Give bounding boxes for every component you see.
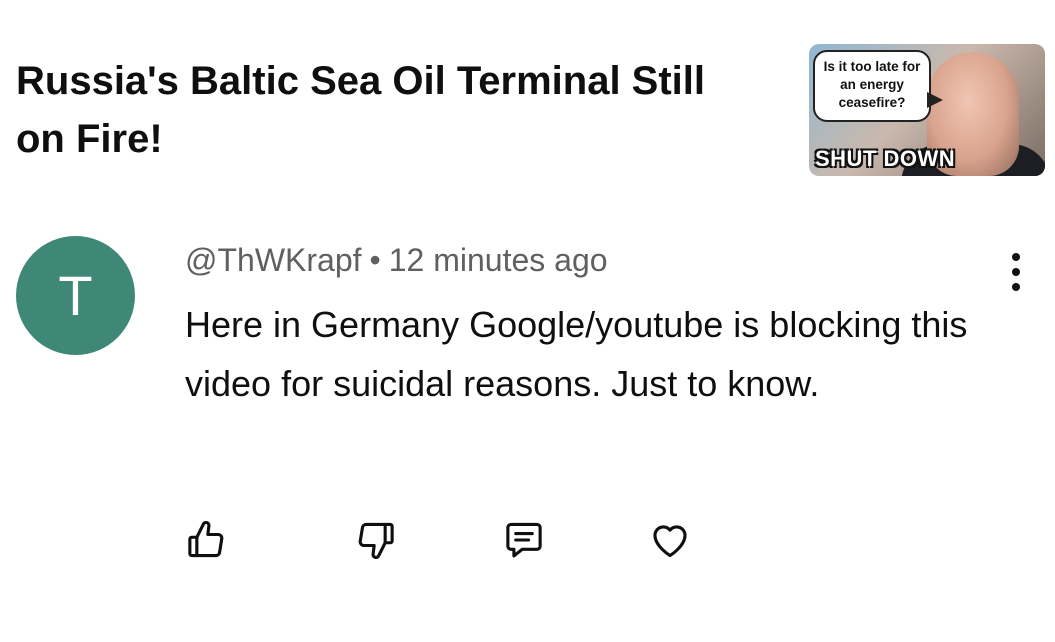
- reply-button[interactable]: [500, 516, 548, 564]
- more-dot: [1012, 253, 1020, 261]
- more-dot: [1012, 268, 1020, 276]
- avatar-letter: T: [58, 264, 93, 327]
- thumbs-down-icon: [358, 522, 394, 559]
- meta-separator: •: [369, 242, 381, 278]
- thumbnail-banner-text: SHUT DOWN: [815, 146, 956, 171]
- video-thumbnail[interactable]: Is it too late for an energy ceasefire? …: [809, 44, 1045, 176]
- comment-author[interactable]: @ThWKrapf: [185, 242, 362, 278]
- thumbs-up-icon: [188, 521, 224, 558]
- avatar[interactable]: T: [16, 236, 135, 355]
- comment-meta: @ThWKrapf • 12 minutes ago: [185, 240, 608, 280]
- heart-icon: [653, 525, 687, 558]
- comment-screen: Russia's Baltic Sea Oil Terminal Still o…: [0, 0, 1055, 642]
- comment-timestamp: 12 minutes ago: [388, 242, 608, 278]
- video-title[interactable]: Russia's Baltic Sea Oil Terminal Still o…: [16, 52, 756, 168]
- thumbnail-speech-bubble: Is it too late for an energy ceasefire?: [813, 50, 943, 122]
- like-button[interactable]: [182, 516, 230, 564]
- dislike-button[interactable]: [352, 516, 400, 564]
- heart-button[interactable]: [646, 516, 694, 564]
- comment-text: Here in Germany Google/youtube is blocki…: [185, 304, 968, 404]
- more-dot: [1012, 283, 1020, 291]
- more-vert-icon[interactable]: [996, 252, 1036, 292]
- reply-comment-icon: [506, 522, 542, 558]
